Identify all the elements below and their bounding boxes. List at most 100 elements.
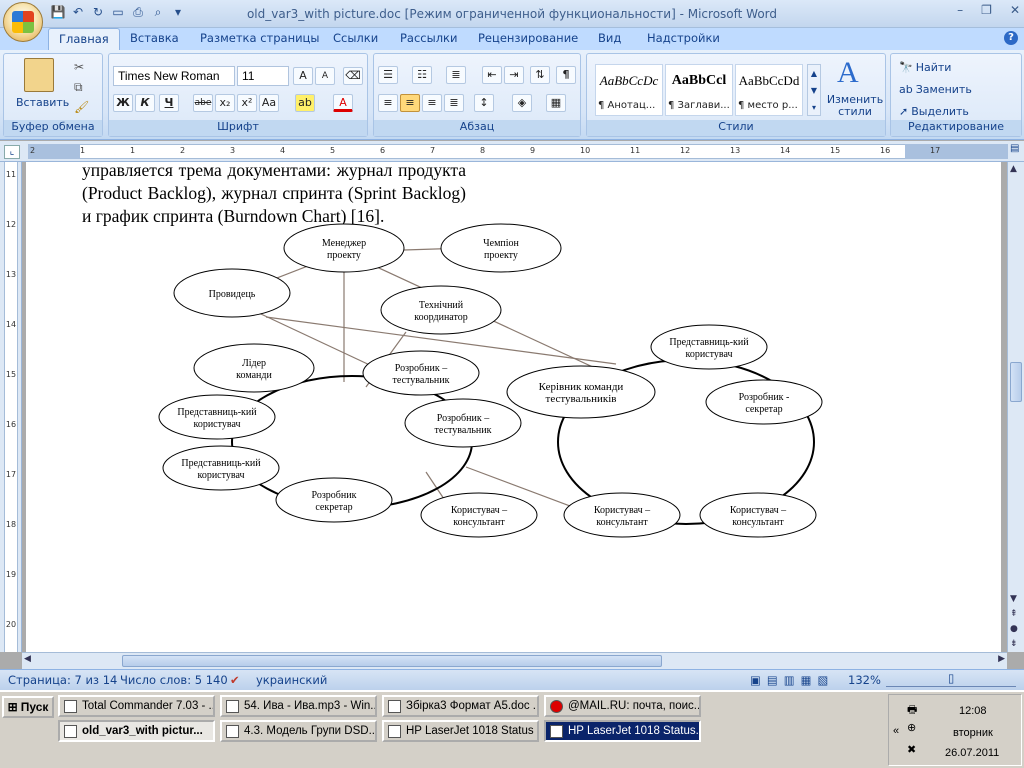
clear-format-icon[interactable]: ⌫	[343, 67, 363, 85]
page-count[interactable]: Страница: 7 из 14	[8, 673, 117, 687]
scroll-up-icon[interactable]: ▲	[1010, 164, 1017, 174]
org-diagram[interactable]: Менеджерпроекту Чемпіонпроекту Провидець Те…	[26, 162, 1001, 652]
diagram-node-rep1[interactable]: Представниць-кийкористувач	[158, 394, 276, 440]
horizontal-scroll-thumb[interactable]	[122, 655, 662, 667]
grow-font-button[interactable]: A	[293, 67, 313, 85]
justify-icon[interactable]: ≣	[444, 94, 464, 112]
task-hp-status-1[interactable]: HP LaserJet 1018 Status ...	[382, 720, 539, 742]
bold-button[interactable]: Ж	[113, 94, 133, 112]
document-area[interactable]: управляется трема документами: журнал пр…	[22, 162, 1007, 652]
diagram-node-dev2[interactable]: Розробник –тестувальник	[404, 398, 522, 448]
superscript-button[interactable]: x²	[237, 94, 257, 112]
diagram-node-cons2[interactable]: Користувач –консультант	[563, 492, 681, 538]
zoom-thumb[interactable]: ▯	[948, 671, 954, 685]
task-word-doc[interactable]: Збірка3 Формат А5.doc ...	[382, 695, 539, 717]
change-case-button[interactable]: Aa	[259, 94, 279, 112]
minimize-button[interactable]: –	[957, 3, 963, 17]
tab-mailings[interactable]: Рассылки	[400, 31, 457, 45]
horizontal-ruler[interactable]: ⌞ 2 1 1 2 3 4 5 6 7 8 9 10 11 12 13 14 15 16 17 ▤	[0, 141, 1024, 162]
diagram-node-rep2[interactable]: Представниць-кийкористувач	[162, 445, 280, 491]
bullets-icon[interactable]: ☰	[378, 66, 398, 84]
change-styles-button[interactable]: Изменить стили	[825, 94, 885, 118]
align-right-icon[interactable]: ≡	[422, 94, 442, 112]
select-button[interactable]: ➚ Выделить	[899, 102, 969, 120]
tray-expand-icon[interactable]: «	[893, 725, 899, 737]
clock-time[interactable]: 12:08	[959, 705, 987, 717]
style-place[interactable]: AaBbCcDd ¶ место р...	[735, 64, 803, 116]
language[interactable]: украинский	[256, 673, 327, 687]
diagram-node-champion[interactable]: Чемпіонпроекту	[440, 223, 562, 273]
font-color-icon[interactable]: A	[333, 94, 353, 112]
sort-icon[interactable]: ⇅	[530, 66, 550, 84]
task-hp-status-2[interactable]: HP LaserJet 1018 Status...	[544, 720, 701, 742]
font-family-select[interactable]: Times New Roman	[113, 66, 235, 86]
diagram-node-testlead[interactable]: Керівник командитестувальників	[506, 365, 656, 419]
zoom-level[interactable]: 132%	[848, 673, 881, 687]
maximize-button[interactable]: ❐	[981, 3, 992, 17]
page-nav-icons[interactable]: ▼ ⇞ ● ⇟	[1010, 592, 1018, 652]
format-painter-icon[interactable]: 🖌	[74, 100, 89, 114]
underline-button[interactable]: Ч	[159, 94, 179, 112]
tab-references[interactable]: Ссылки	[333, 31, 378, 45]
scroll-right-icon[interactable]: ▶	[998, 654, 1005, 664]
multilevel-list-icon[interactable]: ≣	[446, 66, 466, 84]
close-button[interactable]: ✕	[1010, 3, 1020, 17]
horizontal-scrollbar[interactable]: ◀ ▶	[22, 652, 1007, 669]
task-opera[interactable]: @MAIL.RU: почта, поис...	[544, 695, 701, 717]
cut-icon[interactable]: ✂	[74, 60, 84, 74]
start-button[interactable]: ⊞ Пуск	[2, 696, 54, 718]
vertical-scrollbar[interactable]: ▲ ▼ ⇞ ● ⇟	[1007, 162, 1024, 652]
tab-review[interactable]: Рецензирование	[478, 31, 578, 45]
style-title[interactable]: AaBbCcl ¶ Заглави...	[665, 64, 733, 116]
tab-insert[interactable]: Вставка	[130, 31, 179, 45]
find-button[interactable]: 🔭 Найти	[899, 58, 951, 76]
scroll-left-icon[interactable]: ◀	[24, 654, 31, 664]
font-size-select[interactable]: 11	[237, 66, 289, 86]
styles-scroll[interactable]: ▲ ▼ ▾	[807, 64, 821, 116]
tray-network-icon[interactable]: ⊕	[907, 721, 916, 734]
replace-button[interactable]: ab Заменить	[899, 80, 972, 98]
diagram-node-cons1[interactable]: Користувач –консультант	[420, 492, 538, 538]
spellcheck-icon[interactable]: ✔	[230, 673, 240, 687]
view-ruler-icon[interactable]: ▤	[1010, 143, 1022, 159]
shading-icon[interactable]: ◈	[512, 94, 532, 112]
word-count[interactable]: Число слов: 5 140	[120, 673, 228, 687]
task-total-commander[interactable]: Total Commander 7.03 - ...	[58, 695, 215, 717]
task-model-doc[interactable]: 4.3. Модель Групи DSD...	[220, 720, 377, 742]
vertical-scroll-thumb[interactable]	[1010, 362, 1022, 402]
copy-icon[interactable]: ⧉	[74, 80, 83, 95]
paste-icon[interactable]	[24, 58, 54, 92]
decrease-indent-icon[interactable]: ⇤	[482, 66, 502, 84]
tab-addins[interactable]: Надстройки	[647, 31, 720, 45]
subscript-button[interactable]: x₂	[215, 94, 235, 112]
diagram-node-rep3[interactable]: Представниць-кийкористувач	[650, 324, 768, 370]
diagram-node-manager[interactable]: Менеджерпроекту	[283, 223, 405, 273]
page[interactable]: управляется трема документами: журнал пр…	[26, 162, 1001, 652]
tab-page-layout[interactable]: Разметка страницы	[200, 31, 319, 45]
help-icon[interactable]: ?	[1004, 31, 1018, 45]
view-buttons[interactable]: ▣▤▥▦▧	[750, 673, 834, 687]
highlight-icon[interactable]: ab	[295, 94, 315, 112]
tab-home[interactable]: Главная	[48, 28, 120, 51]
diagram-node-techcoord[interactable]: Технічнийкоординатор	[380, 285, 502, 335]
show-marks-button[interactable]: ¶	[556, 66, 576, 84]
tab-selector-icon[interactable]: ⌞	[4, 145, 20, 159]
strike-button[interactable]: abe	[193, 94, 213, 112]
task-current-doc[interactable]: old_var3_with pictur...	[58, 720, 215, 742]
align-left-icon[interactable]: ≡	[378, 94, 398, 112]
diagram-node-leader[interactable]: Провидець	[173, 268, 291, 318]
style-annotation[interactable]: AaBbCcDc ¶ Анотац...	[595, 64, 663, 116]
diagram-node-cons3[interactable]: Користувач –консультант	[699, 492, 817, 538]
borders-icon[interactable]: ▦	[546, 94, 566, 112]
tray-printer-icon[interactable]: 🖶	[907, 701, 917, 720]
diagram-node-devsec1[interactable]: Розробниксекретар	[275, 477, 393, 523]
diagram-node-dev1[interactable]: Розробник –тестувальник	[362, 350, 480, 396]
numbering-icon[interactable]: ☷	[412, 66, 432, 84]
line-spacing-icon[interactable]: ↕	[474, 94, 494, 112]
align-center-icon[interactable]: ≡	[400, 94, 420, 112]
paste-button[interactable]: Вставить	[16, 96, 69, 109]
italic-button[interactable]: К	[135, 94, 155, 112]
change-styles-icon[interactable]: A	[837, 56, 859, 90]
increase-indent-icon[interactable]: ⇥	[504, 66, 524, 84]
diagram-node-devsec2[interactable]: Розробник -секретар	[705, 379, 823, 425]
